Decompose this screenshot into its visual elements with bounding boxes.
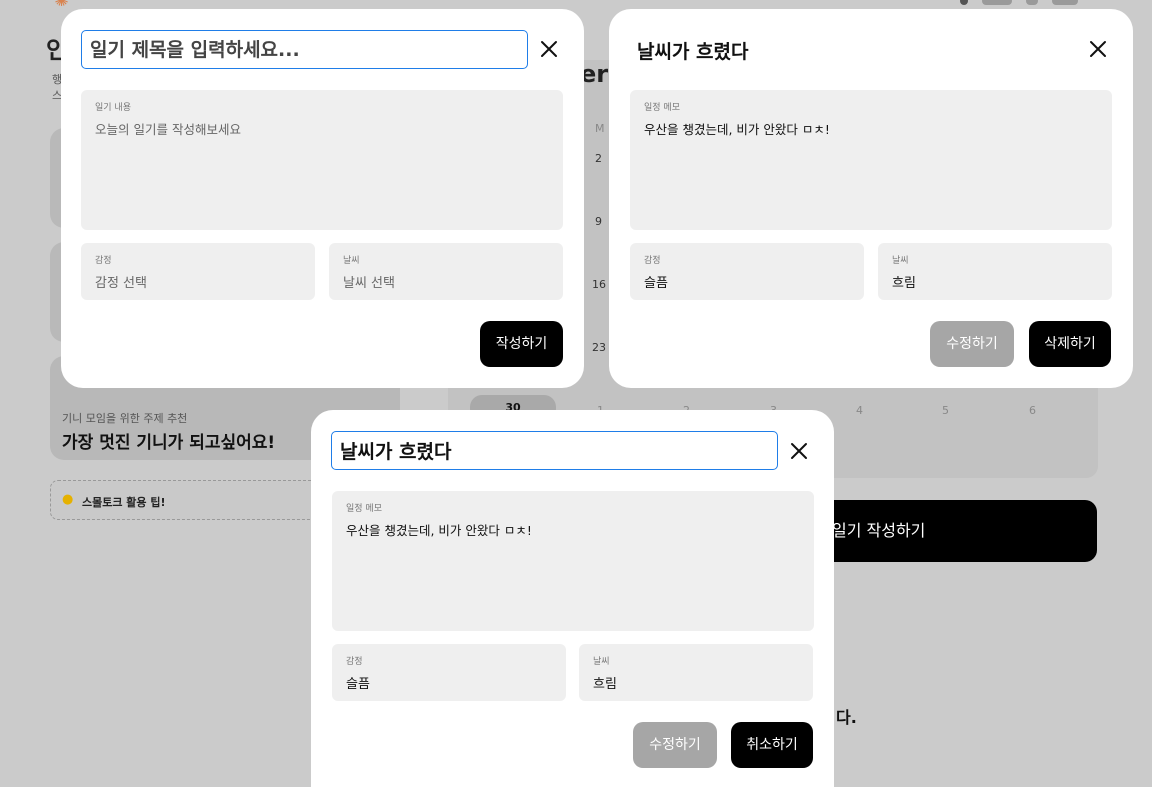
header-icon xyxy=(1026,0,1038,5)
calendar-day: 2 xyxy=(595,152,602,165)
tip-text: 스몰토크 활용 팁! xyxy=(82,496,166,509)
calendar-weekday: M xyxy=(595,122,605,135)
diary-title: 날씨가 흐렸다 xyxy=(637,41,749,63)
emotion-select[interactable]: 감정 슬픔 xyxy=(332,644,566,701)
edit-button[interactable]: 수정하기 xyxy=(633,722,717,768)
emotion-value: 슬픔 xyxy=(644,276,668,291)
close-button[interactable] xyxy=(538,38,560,60)
submit-button[interactable]: 작성하기 xyxy=(480,321,563,367)
emotion-select[interactable]: 감정 감정 선택 xyxy=(81,243,315,300)
close-icon xyxy=(1090,41,1106,57)
close-button[interactable] xyxy=(1087,38,1109,60)
field-label: 날씨 xyxy=(593,657,610,667)
calendar-day: 16 xyxy=(592,278,606,291)
topic-text: 가장 멋진 기니가 되고싶어요! xyxy=(62,433,276,453)
topic-label: 기니 모임을 위한 주제 추천 xyxy=(62,412,188,425)
header-link xyxy=(982,0,1012,5)
weather-select[interactable]: 날씨 날씨 선택 xyxy=(329,243,563,300)
field-label: 감정 xyxy=(346,657,363,667)
close-button[interactable] xyxy=(788,440,810,462)
header-link xyxy=(1052,0,1078,5)
field-label: 일기 내용 xyxy=(95,103,131,113)
new-diary-modal: 일기 내용 오늘의 일기를 작성해보세요 감정 감정 선택 날씨 날씨 선택 작… xyxy=(61,9,584,388)
edit-diary-modal: 일정 메모 우산을 챙겼는데, 비가 안왔다 ㅁㅊ! 감정 슬픔 날씨 흐림 수… xyxy=(311,410,834,787)
weather-value: 흐림 xyxy=(593,677,617,692)
weather-value: 날씨 선택 xyxy=(343,276,395,291)
diary-memo-field[interactable]: 일정 메모 우산을 챙겼는데, 비가 안왔다 ㅁㅊ! xyxy=(332,491,814,631)
weather-select[interactable]: 날씨 흐림 xyxy=(579,644,813,701)
field-label: 날씨 xyxy=(892,256,909,266)
emotion-value: 감정 선택 xyxy=(95,276,147,291)
weather-value: 흐림 xyxy=(892,276,916,291)
view-diary-modal: 날씨가 흐렸다 일정 메모 우산을 챙겼는데, 비가 안왔다 ㅁㅊ! 감정 슬픔… xyxy=(609,9,1133,388)
diary-memo-field: 일정 메모 우산을 챙겼는데, 비가 안왔다 ㅁㅊ! xyxy=(630,90,1112,230)
diary-memo-text: 우산을 챙겼는데, 비가 안왔다 ㅁㅊ! xyxy=(346,523,532,538)
calendar-day: 6 xyxy=(1029,404,1036,417)
calendar-day: 4 xyxy=(856,404,863,417)
field-label: 날씨 xyxy=(343,256,360,266)
field-label: 일정 메모 xyxy=(644,103,680,113)
field-label: 일정 메모 xyxy=(346,504,382,514)
calendar-day: 23 xyxy=(592,341,606,354)
header-nav xyxy=(960,0,1100,6)
field-label: 감정 xyxy=(95,256,112,266)
bottom-text: 다. xyxy=(836,708,857,727)
calendar-day: 9 xyxy=(595,215,602,228)
logo-icon: ✺ xyxy=(54,0,70,11)
cancel-button[interactable]: 취소하기 xyxy=(731,722,813,768)
diary-content-placeholder: 오늘의 일기를 작성해보세요 xyxy=(95,122,241,137)
diary-title-input[interactable] xyxy=(81,30,528,69)
weather-display: 날씨 흐림 xyxy=(878,243,1112,300)
delete-button[interactable]: 삭제하기 xyxy=(1029,321,1111,367)
calendar-day: 5 xyxy=(942,404,949,417)
calendar-month-title: er xyxy=(580,60,609,88)
emotion-display: 감정 슬픔 xyxy=(630,243,864,300)
close-icon xyxy=(791,443,807,459)
field-label: 감정 xyxy=(644,256,661,266)
close-icon xyxy=(541,41,557,57)
lightbulb-icon: ● xyxy=(62,492,74,507)
diary-memo-text: 우산을 챙겼는데, 비가 안왔다 ㅁㅊ! xyxy=(644,122,830,137)
edit-button[interactable]: 수정하기 xyxy=(930,321,1014,367)
emotion-value: 슬픔 xyxy=(346,677,370,692)
diary-title-input[interactable] xyxy=(331,431,778,470)
profile-dot-icon xyxy=(960,0,968,5)
diary-content-field[interactable]: 일기 내용 오늘의 일기를 작성해보세요 xyxy=(81,90,563,230)
